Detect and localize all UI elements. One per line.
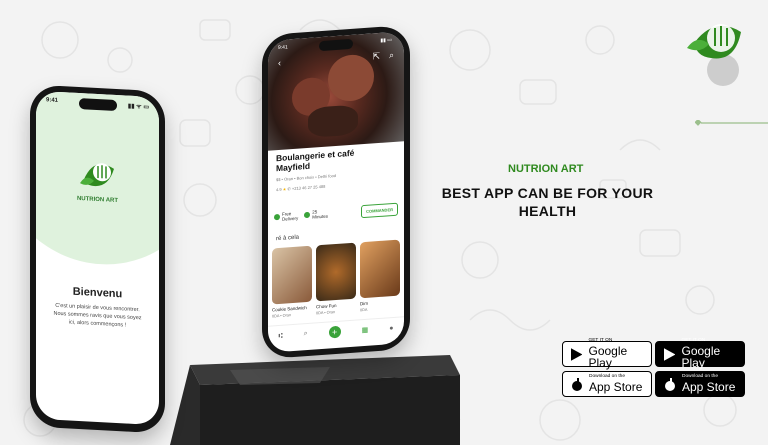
restaurant-meta: $$ • Oran • Bon choix • Dethi food <box>276 172 337 183</box>
delivery-info: Free Delivery <box>274 211 298 223</box>
display-pedestal <box>170 355 460 445</box>
google-play-icon <box>571 347 583 361</box>
store-big-text: App Store <box>682 379 736 394</box>
google-play-icon <box>664 347 676 361</box>
nutrion-art-logo <box>687 24 741 86</box>
back-arrow-icon[interactable]: ‹ <box>278 58 281 68</box>
leaf-fork-logo-icon <box>79 163 114 187</box>
google-play-button-light[interactable]: GET IT ON Google Play <box>562 338 652 370</box>
welcome-text: C'est un plaisir de vous rencontrer. Nou… <box>53 302 142 329</box>
food-image <box>272 245 312 305</box>
section-title: ré à cela <box>276 234 300 243</box>
status-time: 9:41 <box>46 97 59 104</box>
food-card[interactable]: Cookie Sandwich 0DA • Oran <box>272 245 312 319</box>
decorative-line <box>695 120 768 126</box>
google-play-button-dark[interactable]: GET IT ON Google Play <box>655 338 745 370</box>
store-big-text: App Store <box>589 379 643 394</box>
menu-tab-icon[interactable]: ▦ <box>362 326 369 334</box>
delivery-sub: Delivery <box>282 215 299 222</box>
rating-value: 4.9 <box>276 186 282 193</box>
brand-name: NUTRION ART <box>508 163 584 175</box>
welcome-title: Bienvenu <box>72 285 123 301</box>
store-big-text: Google Play <box>681 343 721 370</box>
store-big-text: Google Play <box>588 343 628 370</box>
add-tab-icon[interactable]: + <box>328 325 341 339</box>
search-tab-icon[interactable]: ⌕ <box>304 330 308 338</box>
status-time: 9:41 <box>278 44 288 52</box>
apple-icon <box>572 377 582 391</box>
apple-icon <box>665 377 675 391</box>
share-icon[interactable]: ⇱ <box>372 51 380 63</box>
status-icons: ▮▮ ᯤ ▭ <box>127 103 149 111</box>
restaurant-screen: 9:41 ▮▮ ▭ ‹ ⇱ ⌕ Boulangerie et café Mayf… <box>268 31 404 353</box>
left-phone-mockup: 9:41 ▮▮ ᯤ ▭ NUTRION ART Bienvenu C'est u… <box>30 84 165 434</box>
food-price: 0DA • Oran <box>272 313 292 319</box>
welcome-screen: 9:41 ▮▮ ᯤ ▭ NUTRION ART Bienvenu C'est u… <box>36 90 159 426</box>
right-phone-mockup: 9:41 ▮▮ ▭ ‹ ⇱ ⌕ Boulangerie et café Mayf… <box>262 24 410 360</box>
food-price: 0DA • Oran <box>316 310 336 316</box>
rating-row: 4.9 ★ ✆ +213 46 27 25 488 <box>276 184 325 192</box>
app-logo: NUTRION ART <box>70 155 126 205</box>
time-sub: Minutes <box>312 213 329 220</box>
food-price: 0DA <box>360 307 368 313</box>
food-image <box>360 239 400 299</box>
phone-number: +213 46 27 25 488 <box>291 183 326 192</box>
profile-tab-icon[interactable]: ● <box>389 324 393 331</box>
food-card[interactable]: Chow Fun 0DA • Oran <box>316 242 356 316</box>
star-icon: ★ <box>282 186 287 192</box>
app-store-button-light[interactable]: Download on the App Store <box>562 371 652 397</box>
order-button[interactable]: COMMANDER <box>361 202 398 218</box>
food-card[interactable]: Dim 0DA <box>360 239 400 313</box>
home-tab-icon[interactable]: ⑆ <box>279 332 283 339</box>
food-image <box>316 242 356 302</box>
bottom-tab-bar: ⑆ ⌕ + ▦ ● <box>268 316 404 347</box>
search-icon[interactable]: ⌕ <box>389 50 394 61</box>
headline: BEST APP CAN BE FOR YOUR HEALTH <box>441 185 654 219</box>
clock-icon <box>304 211 311 219</box>
food-cards: Cookie Sandwich 0DA • Oran Chow Fun 0DA … <box>272 239 400 319</box>
app-store-button-dark[interactable]: Download on the App Store <box>655 371 745 397</box>
phone-icon: ✆ <box>287 186 291 192</box>
delivery-icon <box>274 213 280 221</box>
time-info: 25 Minutes <box>304 209 328 221</box>
restaurant-name: Boulangerie et café Mayfield <box>276 147 355 174</box>
delivery-info-row: Free Delivery 25 Minutes COMMANDER <box>274 198 398 229</box>
status-icons: ▮▮ ▭ <box>380 37 392 44</box>
